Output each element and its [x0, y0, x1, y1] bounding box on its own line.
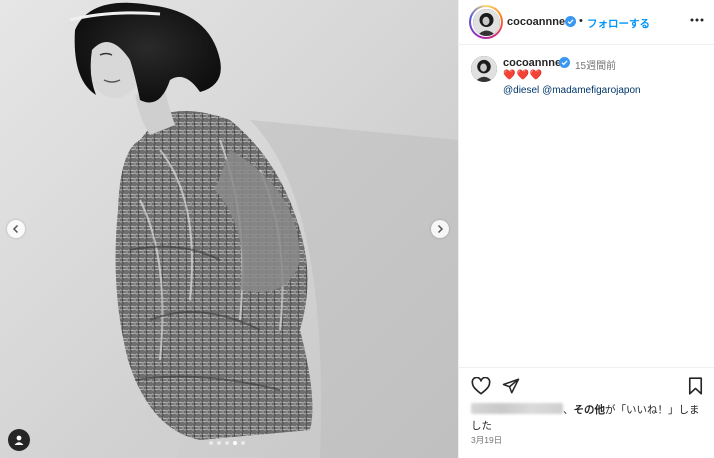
post-date[interactable]: 3月19日 [471, 434, 502, 446]
likes-summary: 、その他が「いいね！」しました [471, 403, 700, 432]
carousel-next-button[interactable] [431, 220, 449, 238]
heart-outline-icon [471, 377, 491, 395]
caption-username[interactable]: cocoannne [503, 57, 561, 69]
mention-diesel[interactable]: @diesel [503, 85, 539, 96]
caption-avatar[interactable] [471, 56, 497, 82]
carousel-prev-button[interactable] [7, 220, 25, 238]
user-tag-icon [14, 435, 24, 445]
follow-button[interactable]: フォローする [587, 16, 650, 31]
caption-time-ago[interactable]: 15週間前 [575, 57, 616, 72]
chevron-right-icon [437, 224, 444, 234]
caption-mentions: @diesel @madamefigarojapon [503, 85, 641, 96]
header-username[interactable]: cocoannne [507, 16, 565, 28]
carousel-dot [241, 441, 245, 445]
share-button[interactable] [501, 376, 521, 396]
like-button[interactable] [471, 376, 491, 396]
actions-divider [459, 367, 714, 368]
more-options-icon [690, 18, 704, 22]
avatar [472, 8, 500, 36]
mention-madamefigarojapon[interactable]: @madamefigarojapon [542, 85, 641, 96]
story-ring[interactable] [469, 5, 503, 39]
bookmark-outline-icon [688, 377, 702, 395]
chevron-left-icon [12, 224, 19, 234]
blurred-likers [471, 403, 563, 414]
likes-others-link[interactable]: その他 [574, 404, 606, 416]
carousel-dot [217, 441, 221, 445]
save-button[interactable] [685, 376, 705, 396]
verified-badge-icon [565, 16, 576, 27]
paper-plane-icon [502, 378, 520, 394]
caption-emoji: ❤️❤️❤️ [503, 70, 544, 81]
tagged-users-button[interactable] [8, 429, 30, 451]
more-options-button[interactable] [689, 12, 705, 28]
carousel-dot [209, 441, 213, 445]
separator-dot: • [579, 15, 583, 27]
post-side-panel: cocoannne • フォローする cocoannne 15週間前 ❤️❤️❤… [458, 0, 714, 458]
post-header: cocoannne • フォローする [459, 0, 714, 45]
post-photo [0, 0, 458, 458]
carousel-indicator [209, 441, 245, 445]
carousel-dot [225, 441, 229, 445]
carousel-dot [233, 441, 237, 445]
post-media[interactable] [0, 0, 458, 458]
verified-badge-icon [559, 57, 570, 68]
